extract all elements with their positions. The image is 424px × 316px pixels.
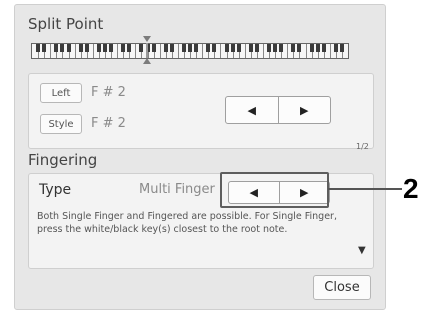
style-button[interactable]: Style <box>40 114 82 134</box>
white-key-divider <box>50 44 52 58</box>
black-key <box>248 44 253 52</box>
type-label: Type <box>39 182 72 198</box>
black-key <box>273 44 278 52</box>
split-marker-top-icon <box>143 36 151 42</box>
black-key <box>42 44 47 52</box>
split-marker-bottom-icon <box>143 58 151 64</box>
split-point-dialog: Split Point Left F # 2 Style F # 2 ◀ ▶ 1… <box>14 4 386 310</box>
black-key <box>109 44 113 52</box>
black-key <box>60 44 65 52</box>
black-key <box>66 44 71 52</box>
split-point-title: Split Point <box>28 15 104 33</box>
page-indicator: 1/2 <box>356 142 369 151</box>
black-key <box>212 44 217 52</box>
black-key <box>254 44 259 52</box>
white-key-divider <box>329 44 331 58</box>
style-value: F # 2 <box>91 116 126 131</box>
black-key <box>163 44 168 52</box>
white-key-divider <box>202 44 204 58</box>
white-key-divider <box>287 44 289 58</box>
white-key-divider <box>92 44 94 58</box>
split-point-prev-button[interactable]: ◀ <box>226 97 278 123</box>
split-point-box: Left F # 2 Style F # 2 ◀ ▶ <box>28 73 374 149</box>
left-button[interactable]: Left <box>40 83 82 103</box>
triangle-right-icon: ▶ <box>300 103 309 117</box>
black-key <box>236 44 241 52</box>
black-key <box>36 44 41 52</box>
close-button[interactable]: Close <box>313 275 371 300</box>
black-key <box>321 44 326 52</box>
black-key <box>121 44 126 52</box>
scroll-down-icon[interactable]: ▼ <box>358 245 366 256</box>
white-key-divider <box>262 44 264 58</box>
black-key <box>102 44 107 52</box>
black-key <box>78 44 83 52</box>
black-key <box>339 44 344 52</box>
black-key <box>169 44 174 52</box>
white-key-divider <box>159 44 161 58</box>
white-key-divider <box>177 44 179 58</box>
black-key <box>333 44 338 52</box>
black-key <box>151 44 156 52</box>
black-key <box>297 44 302 52</box>
keyboard-diagram[interactable] <box>31 43 349 59</box>
left-value: F # 2 <box>91 85 126 100</box>
black-key <box>181 44 186 52</box>
black-key <box>206 44 211 52</box>
triangle-left-icon: ◀ <box>247 103 256 117</box>
black-key <box>194 44 199 52</box>
split-point-arrows: ◀ ▶ <box>225 96 331 124</box>
black-key <box>127 44 132 52</box>
white-key-divider <box>135 44 137 58</box>
callout-number: 2 <box>403 173 419 204</box>
white-key-divider <box>117 44 119 58</box>
callout-line <box>328 188 402 190</box>
white-key-divider <box>305 44 307 58</box>
black-key <box>96 44 101 52</box>
white-key-divider <box>74 44 76 58</box>
white-key-divider <box>220 44 222 58</box>
black-key <box>309 44 314 52</box>
black-key <box>315 44 320 52</box>
black-key <box>291 44 296 52</box>
black-key <box>230 44 235 52</box>
type-value: Multi Finger <box>139 182 215 197</box>
black-key <box>139 44 144 52</box>
black-key <box>188 44 192 52</box>
fingering-description: Both Single Finger and Fingered are poss… <box>37 211 337 235</box>
white-key-divider <box>244 44 246 58</box>
split-point-next-button[interactable]: ▶ <box>279 97 331 123</box>
black-key <box>224 44 229 52</box>
black-key <box>54 44 59 52</box>
split-point-marker <box>146 43 148 58</box>
fingering-title: Fingering <box>28 151 98 169</box>
callout-highlight-box <box>220 172 329 208</box>
black-key <box>267 44 271 52</box>
black-key <box>279 44 284 52</box>
black-key <box>84 44 89 52</box>
